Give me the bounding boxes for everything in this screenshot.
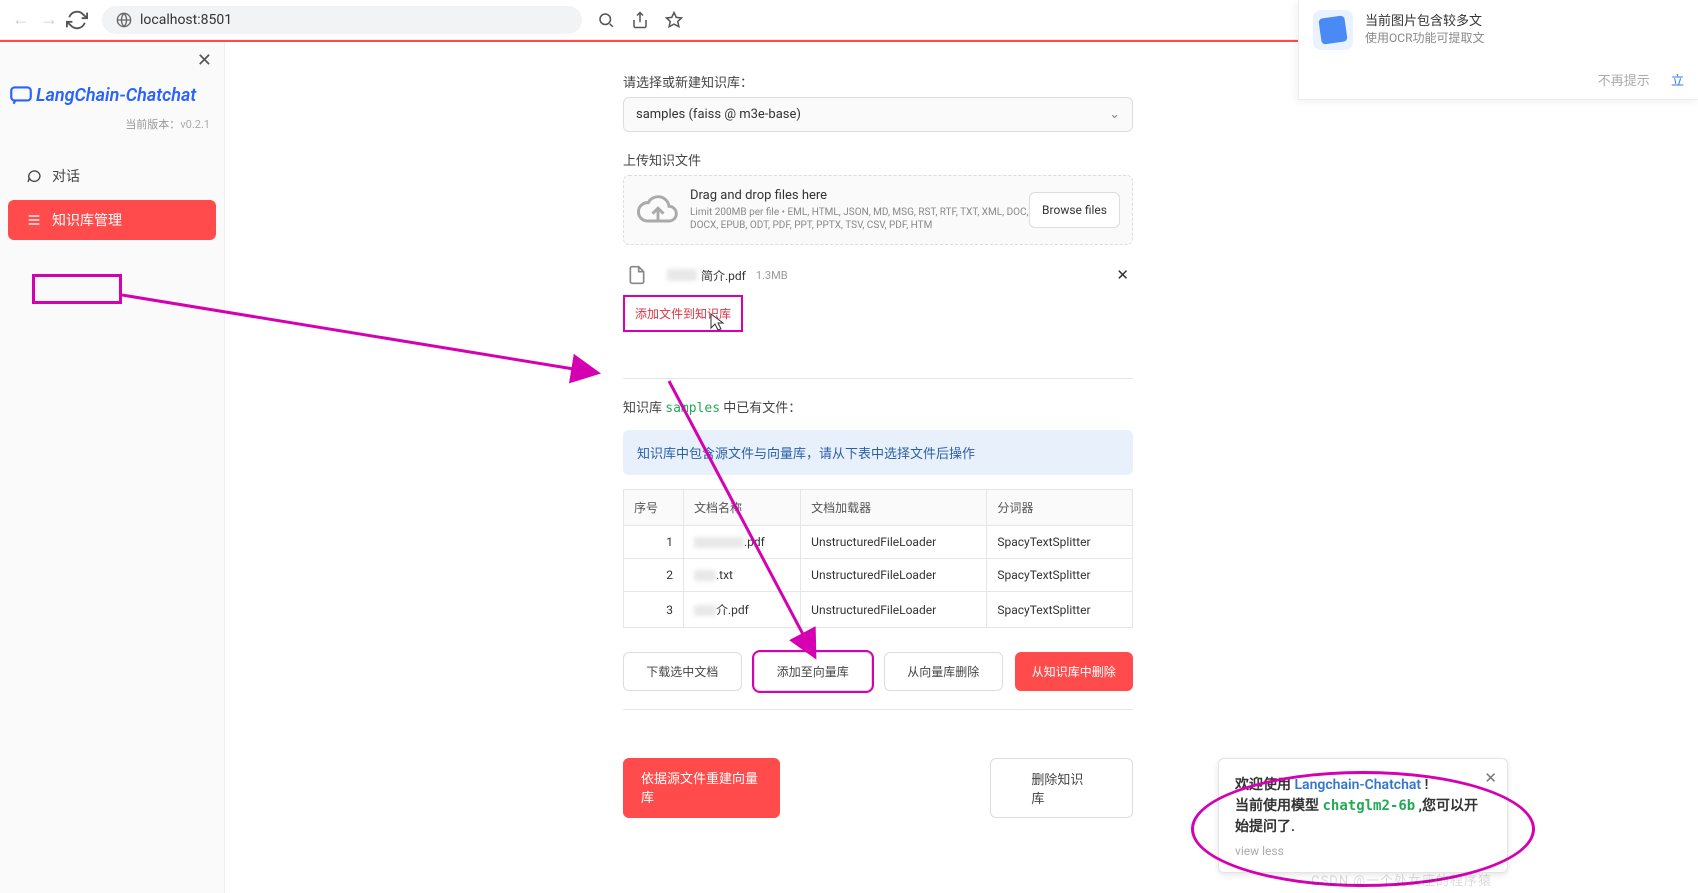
reload-button[interactable] [66,9,88,31]
add-file-to-kb-button[interactable]: 添加文件到知识库 [623,295,743,332]
select-kb-value: samples (faiss @ m3e-base) [636,107,801,122]
sidebar-item-chat[interactable]: 对话 [8,156,216,196]
list-icon [26,212,42,228]
upload-label: 上传知识文件 [623,150,1133,169]
file-name-blur [667,269,697,281]
forward-button[interactable]: → [38,9,60,31]
col-index: 序号 [624,490,684,526]
address-bar[interactable]: localhost:8501 [102,6,582,34]
ocr-notification: 当前图片包含较多文 使用OCR功能可提取文 不再提示 立 [1298,0,1698,100]
close-sidebar-button[interactable]: ✕ [197,50,212,71]
toast-viewless[interactable]: view less [1235,842,1479,860]
chevron-down-icon: ⌄ [1109,107,1120,122]
delete-kb-button[interactable]: 删除知识库 [990,758,1133,818]
file-icon [627,265,647,285]
toast-close-button[interactable]: ✕ [1484,767,1497,790]
divider [623,378,1133,379]
sidebar-item-kb[interactable]: 知识库管理 [8,200,216,240]
bottom-button-row: 依据源文件重建向量库 删除知识库 [623,758,1133,818]
col-filename: 文档名称 [684,490,801,526]
chat-logo-icon [8,82,34,108]
uploaded-file-size: 1.3MB [756,269,788,282]
csdn-watermark: CSDN @一个处女座的程序猿 [1311,870,1492,889]
welcome-toast: ✕ 欢迎使用 Langchain-Chatchat ! 当前使用模型 chatg… [1218,758,1508,873]
cloud-upload-icon [636,188,680,232]
action-button-row: 下载选中文档 添加至向量库 从向量库删除 从知识库中删除 [623,652,1133,691]
kb-summary: 知识库 samples 中已有文件： [623,397,1133,416]
uploaded-file-name: 简介.pdf [701,267,746,284]
ocr-dismiss-button[interactable]: 不再提示 [1598,74,1650,89]
search-icon[interactable] [596,10,616,30]
kb-file-table[interactable]: 序号 文档名称 文档加载器 分词器 1 .pdf UnstructuredFil… [623,489,1133,628]
star-icon[interactable] [664,10,684,30]
app-title: LangChain-Chatchat [36,85,196,106]
sidebar-item-kb-label: 知识库管理 [52,210,122,230]
file-dropzone[interactable]: Drag and drop files here Limit 200MB per… [623,175,1133,245]
remove-from-kb-button[interactable]: 从知识库中删除 [1015,652,1134,691]
ocr-notif-icon [1313,10,1353,50]
add-vector-button[interactable]: 添加至向量库 [754,652,873,691]
drop-desc: Limit 200MB per file • EML, HTML, JSON, … [690,206,1029,232]
select-kb-dropdown[interactable]: samples (faiss @ m3e-base) ⌄ [623,97,1133,132]
sidebar: ✕ LangChain-Chatchat 当前版本：v0.2.1 对话 知识库管… [0,42,225,893]
chat-icon [26,168,42,184]
remove-vector-button[interactable]: 从向量库删除 [884,652,1003,691]
col-splitter: 分词器 [987,490,1133,526]
back-button[interactable]: ← [10,9,32,31]
rebuild-vector-button[interactable]: 依据源文件重建向量库 [623,758,780,818]
col-loader: 文档加载器 [801,490,987,526]
app-logo: LangChain-Chatchat [0,52,224,112]
remove-file-button[interactable]: ✕ [1116,266,1129,284]
uploaded-file-row: 简介.pdf 1.3MB ✕ [623,255,1133,295]
download-button[interactable]: 下载选中文档 [623,652,742,691]
browse-files-button[interactable]: Browse files [1029,192,1120,228]
info-box: 知识库中包含源文件与向量库，请从下表中选择文件后操作 [623,430,1133,475]
sidebar-item-chat-label: 对话 [52,166,80,186]
select-kb-label: 请选择或新建知识库： [623,72,1133,91]
table-row[interactable]: 1 .pdf UnstructuredFileLoader SpacyTextS… [624,526,1133,559]
drop-title: Drag and drop files here [690,188,1029,203]
share-icon[interactable] [630,10,650,30]
app-version: 当前版本：v0.2.1 [0,112,224,152]
table-row[interactable]: 2 .txt UnstructuredFileLoader SpacyTextS… [624,559,1133,592]
table-row[interactable]: 3 介.pdf UnstructuredFileLoader SpacyText… [624,592,1133,628]
globe-icon [116,12,132,28]
cursor-icon [709,312,725,332]
divider [623,709,1133,710]
url-text: localhost:8501 [140,12,568,28]
ocr-ok-button[interactable]: 立 [1671,74,1684,89]
